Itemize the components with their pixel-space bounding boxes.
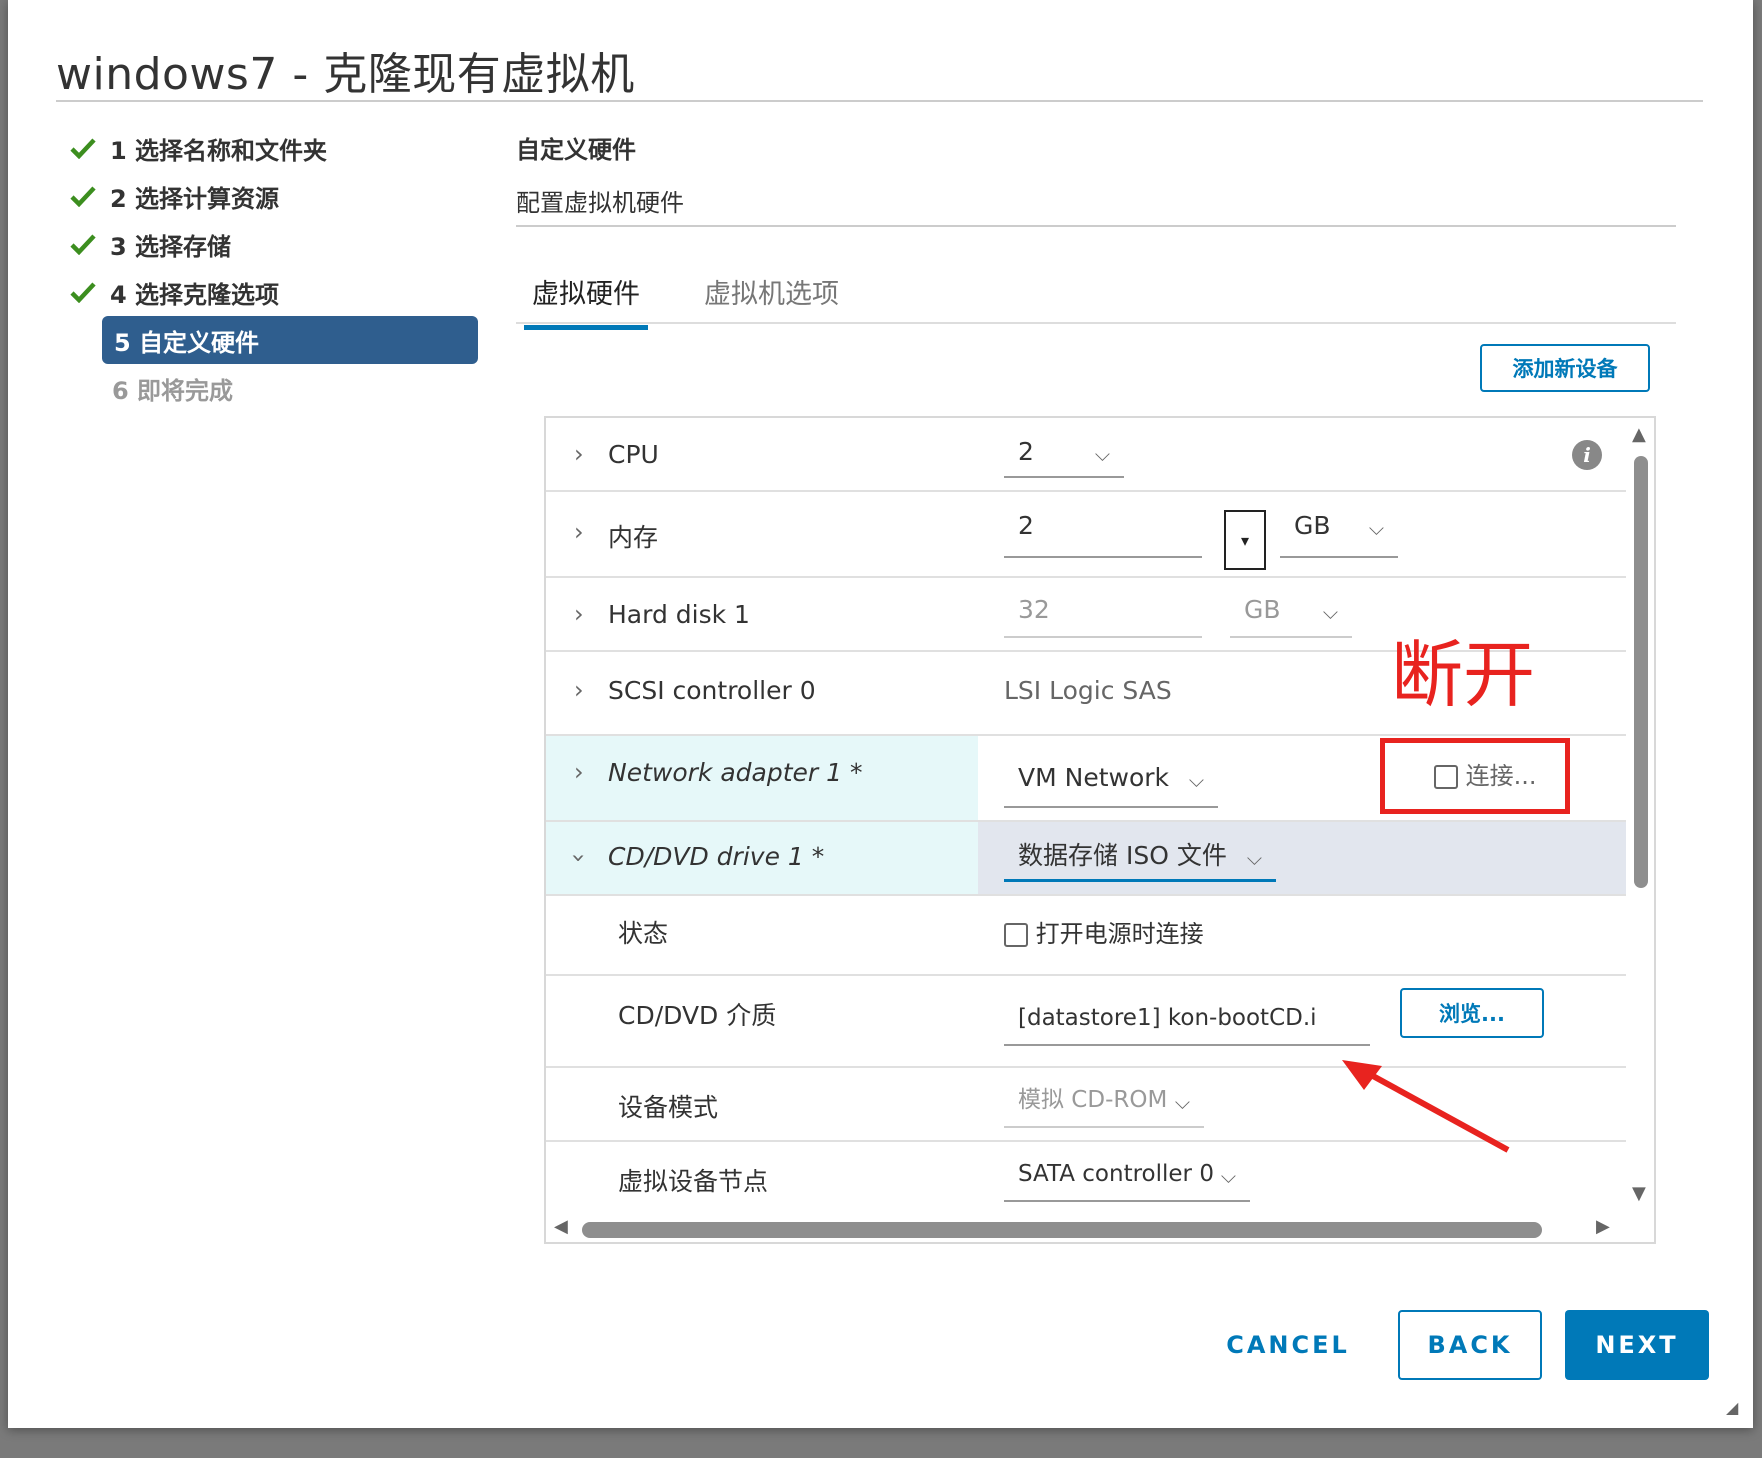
back-button[interactable]: BACK	[1398, 1310, 1542, 1380]
chevron-down-icon: ⌵	[1368, 516, 1384, 540]
row-cdrom-media: CD/DVD 介质 [datastore1] kon-bootCD.i 浏览..…	[546, 976, 1626, 1068]
content-subtitle: 配置虚拟机硬件	[516, 189, 684, 217]
memory-unit-select[interactable]: GB ⌵	[1280, 506, 1398, 558]
step-label: 3 选择存储	[110, 232, 232, 261]
memory-stepper-down[interactable]: ▾	[1224, 510, 1266, 570]
row-cdrom: › CD/DVD drive 1 * 数据存储 ISO 文件 ⌵	[546, 822, 1626, 896]
content-divider	[516, 225, 1676, 227]
next-button[interactable]: NEXT	[1565, 1310, 1709, 1380]
chevron-right-icon[interactable]: ›	[574, 758, 584, 786]
hard-disk-label: Hard disk 1	[608, 600, 750, 629]
tab-vm-options[interactable]: 虚拟机选项	[696, 268, 847, 325]
chevron-down-icon: ⌵	[1174, 1090, 1190, 1114]
cpu-select[interactable]: 2 ⌵	[1004, 432, 1124, 478]
wizard-steps: 1 选择名称和文件夹 2 选择计算资源 3 选择存储 4 选择克隆选项 5 自定…	[70, 124, 490, 412]
browse-button[interactable]: 浏览...	[1400, 988, 1544, 1038]
chevron-down-icon: ⌵	[1188, 768, 1204, 792]
content-header: 自定义硬件 配置虚拟机硬件	[516, 130, 1676, 218]
media-label: CD/DVD 介质	[618, 1001, 777, 1030]
hard-disk-size: 32	[1018, 595, 1050, 624]
dialog-title: windows7 - 克隆现有虚拟机	[56, 49, 635, 100]
info-icon[interactable]: i	[1572, 440, 1602, 470]
checkmark-icon	[70, 233, 110, 255]
cancel-button[interactable]: CANCEL	[1208, 1310, 1368, 1380]
chevron-right-icon[interactable]: ›	[574, 518, 584, 546]
tab-bar: 虚拟硬件 虚拟机选项	[516, 268, 1676, 330]
device-mode-select: 模拟 CD-ROM ⌵	[1004, 1080, 1204, 1128]
step-1[interactable]: 1 选择名称和文件夹	[70, 124, 490, 172]
clone-vm-dialog: windows7 - 克隆现有虚拟机 1 选择名称和文件夹 2 选择计算资源 3…	[8, 0, 1753, 1428]
cdrom-label: CD/DVD drive 1 *	[608, 842, 825, 871]
chevron-right-icon[interactable]: ›	[574, 600, 584, 628]
memory-unit: GB	[1294, 511, 1331, 540]
scroll-down-icon[interactable]: ▼	[1632, 1183, 1646, 1204]
scroll-up-icon[interactable]: ▲	[1632, 424, 1646, 445]
step-label: 2 选择计算资源	[110, 184, 280, 213]
status-label: 状态	[618, 919, 669, 948]
chevron-down-icon: ⌵	[1322, 600, 1338, 624]
checkmark-icon	[70, 137, 110, 159]
scsi-label: SCSI controller 0	[608, 676, 816, 705]
step-label: 4 选择克隆选项	[110, 280, 280, 309]
row-memory: › 内存 2 ▾ GB ⌵	[546, 492, 1626, 578]
cdrom-source-value: 数据存储 ISO 文件	[1018, 841, 1227, 870]
device-mode-value: 模拟 CD-ROM	[1018, 1087, 1168, 1113]
node-label: 虚拟设备节点	[618, 1167, 769, 1196]
checkmark-icon	[70, 281, 110, 303]
network-select[interactable]: VM Network ⌵	[1004, 758, 1218, 808]
step-label: 5 自定义硬件	[114, 328, 260, 357]
hard-disk-unit: GB	[1244, 595, 1281, 624]
scroll-left-icon[interactable]: ◀	[554, 1216, 568, 1237]
scroll-thumb[interactable]	[582, 1222, 1542, 1238]
chevron-down-icon: ⌵	[1094, 442, 1110, 466]
device-node-value: SATA controller 0	[1018, 1161, 1214, 1187]
cpu-value: 2	[1018, 437, 1034, 466]
annotation-text: 断开	[1391, 633, 1536, 717]
chevron-right-icon[interactable]: ›	[574, 676, 584, 704]
chevron-down-icon: ⌵	[1220, 1164, 1236, 1188]
step-4[interactable]: 4 选择克隆选项	[70, 268, 490, 316]
step-2[interactable]: 2 选择计算资源	[70, 172, 490, 220]
memory-label: 内存	[608, 523, 659, 552]
scsi-value: LSI Logic SAS	[1004, 676, 1172, 705]
chevron-down-icon[interactable]: ›	[565, 853, 593, 863]
device-node-select[interactable]: SATA controller 0 ⌵	[1004, 1154, 1250, 1202]
connect-at-power-on-label: 打开电源时连接	[1035, 920, 1204, 948]
hard-disk-unit-select: GB ⌵	[1230, 590, 1352, 638]
memory-input[interactable]: 2	[1004, 506, 1202, 558]
chevron-down-icon: ⌵	[1246, 846, 1262, 870]
connect-at-power-on-checkbox[interactable]: 打开电源时连接	[1004, 914, 1204, 949]
tab-virtual-hardware[interactable]: 虚拟硬件	[524, 268, 648, 330]
annotation-box	[1380, 738, 1570, 814]
network-value: VM Network	[1018, 763, 1170, 792]
step-3[interactable]: 3 选择存储	[70, 220, 490, 268]
media-path-value: [datastore1] kon-bootCD.i	[1018, 1005, 1317, 1031]
checkbox[interactable]	[1004, 923, 1028, 947]
checkmark-icon	[70, 185, 110, 207]
step-label: 1 选择名称和文件夹	[110, 136, 328, 165]
scroll-right-icon[interactable]: ▶	[1596, 1216, 1610, 1237]
row-cdrom-status: 状态 打开电源时连接	[546, 896, 1626, 976]
step-6: 6 即将完成	[70, 364, 490, 412]
mode-label: 设备模式	[618, 1093, 719, 1122]
hard-disk-size-input: 32	[1004, 590, 1202, 638]
chevron-right-icon[interactable]: ›	[574, 440, 584, 468]
scroll-thumb[interactable]	[1634, 456, 1648, 888]
row-cpu: › CPU 2 ⌵ i	[546, 418, 1626, 492]
vertical-scrollbar[interactable]: ▲ ▼	[1626, 418, 1654, 1213]
cdrom-source-select[interactable]: 数据存储 ISO 文件 ⌵	[1004, 836, 1276, 882]
media-path-input[interactable]: [datastore1] kon-bootCD.i	[1004, 996, 1370, 1046]
annotation-arrow-icon	[1342, 1060, 1510, 1153]
resize-grip-icon[interactable]: ◢	[1726, 1398, 1738, 1417]
step-5-active[interactable]: 5 自定义硬件	[102, 316, 478, 364]
title-divider	[56, 100, 1703, 102]
network-label: Network adapter 1 *	[608, 758, 863, 787]
add-device-button[interactable]: 添加新设备	[1480, 344, 1650, 392]
step-label: 6 即将完成	[112, 376, 234, 405]
cpu-label: CPU	[608, 440, 659, 469]
memory-value: 2	[1018, 511, 1034, 540]
content-title: 自定义硬件	[516, 136, 636, 164]
horizontal-scrollbar[interactable]: ◀ ▶	[546, 1214, 1654, 1242]
